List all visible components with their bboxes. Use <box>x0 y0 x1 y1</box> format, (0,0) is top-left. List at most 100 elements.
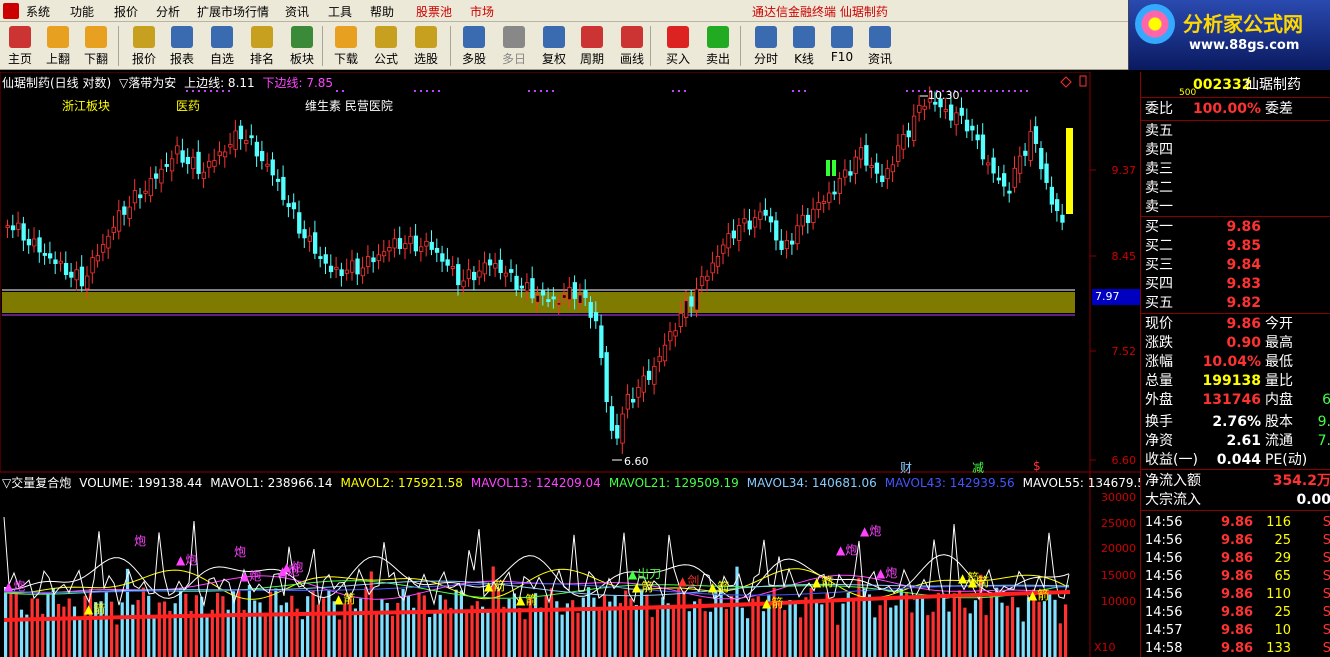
candle[interactable] <box>143 190 148 194</box>
toolbar-button-1[interactable]: 上翻 <box>40 24 76 68</box>
volume-bar[interactable] <box>703 611 707 657</box>
candle[interactable] <box>334 266 339 270</box>
candle[interactable] <box>1049 186 1054 205</box>
candle[interactable] <box>774 220 779 241</box>
candle[interactable] <box>127 206 132 219</box>
volume-bar[interactable] <box>920 596 925 657</box>
volume-bar[interactable] <box>375 612 379 657</box>
candle[interactable] <box>673 330 678 337</box>
candle[interactable] <box>519 285 524 289</box>
candle[interactable] <box>790 240 795 245</box>
candle[interactable] <box>111 226 116 233</box>
toolbar-button-11[interactable]: 多股 <box>456 24 492 68</box>
toolbar-button-7[interactable]: 板块 <box>284 24 320 68</box>
candle[interactable] <box>95 255 100 262</box>
candle[interactable] <box>991 157 996 174</box>
volume-bar[interactable] <box>178 588 183 657</box>
ask-row[interactable]: 卖二 <box>1141 179 1330 198</box>
volume-bar[interactable] <box>311 590 315 657</box>
toolbar-button-21[interactable]: 资讯 <box>862 24 898 68</box>
candle[interactable] <box>964 119 970 132</box>
menu-system[interactable]: 系统 <box>26 3 50 20</box>
volume-bar[interactable] <box>740 607 744 657</box>
volume-bar[interactable] <box>624 590 628 657</box>
candle[interactable] <box>376 254 381 261</box>
menu-analysis[interactable]: 分析 <box>156 3 180 20</box>
candle[interactable] <box>1028 131 1033 161</box>
volume-bar[interactable] <box>110 601 114 657</box>
candle[interactable] <box>604 352 609 402</box>
candle[interactable] <box>201 171 207 179</box>
volume-bar[interactable] <box>258 602 262 657</box>
candle[interactable] <box>244 140 249 144</box>
candle[interactable] <box>763 209 768 216</box>
candle[interactable] <box>328 265 334 273</box>
ask-row[interactable]: 卖四 <box>1141 141 1330 160</box>
candle[interactable] <box>922 105 927 110</box>
volume-bar[interactable] <box>417 592 421 657</box>
volume-bar[interactable] <box>507 598 511 657</box>
volume-bar[interactable] <box>645 594 649 657</box>
volume-bar[interactable] <box>809 587 813 657</box>
candle[interactable] <box>1023 150 1028 156</box>
toolbar-button-10[interactable]: 选股 <box>408 24 444 68</box>
volume-bar[interactable] <box>926 615 930 657</box>
candle[interactable] <box>21 223 26 241</box>
candle[interactable] <box>869 165 874 168</box>
candle[interactable] <box>551 296 556 300</box>
candle[interactable] <box>69 271 74 278</box>
volume-bar[interactable] <box>565 603 569 657</box>
volume-bar[interactable] <box>942 593 946 657</box>
volume-bar[interactable] <box>581 597 585 657</box>
volume-bar[interactable] <box>147 595 151 657</box>
volume-bar[interactable] <box>618 603 622 657</box>
volume-bar[interactable] <box>237 590 241 657</box>
candle[interactable] <box>768 216 774 223</box>
volume-bar[interactable] <box>78 619 82 657</box>
menu-help[interactable]: 帮助 <box>370 3 394 20</box>
volume-bar[interactable] <box>952 593 956 657</box>
candle[interactable] <box>445 259 450 266</box>
candle[interactable] <box>906 130 911 138</box>
candle[interactable] <box>312 232 318 254</box>
candle[interactable] <box>805 214 811 224</box>
candle[interactable] <box>816 202 821 211</box>
volume-bar[interactable] <box>502 606 506 657</box>
candle[interactable] <box>32 238 37 247</box>
candle[interactable] <box>572 282 577 299</box>
candle[interactable] <box>1017 155 1023 174</box>
volume-bar[interactable] <box>454 589 458 657</box>
candle[interactable] <box>471 271 477 281</box>
volume-bar[interactable] <box>327 589 331 657</box>
candle[interactable] <box>101 244 106 253</box>
volume-bar[interactable] <box>820 604 824 657</box>
candle[interactable] <box>795 225 800 245</box>
candle[interactable] <box>954 112 959 126</box>
bid-row[interactable]: 买五 9.82 <box>1141 294 1330 313</box>
candle[interactable] <box>641 375 646 393</box>
volume-bar[interactable] <box>989 593 993 657</box>
volume-bar[interactable] <box>1011 596 1015 657</box>
candle[interactable] <box>874 162 880 174</box>
volume-bar[interactable] <box>380 598 384 657</box>
candle[interactable] <box>800 214 805 227</box>
candle[interactable] <box>355 258 360 275</box>
toolbar-button-2[interactable]: 下翻 <box>78 24 114 68</box>
volume-bar[interactable] <box>290 595 294 657</box>
volume-bar[interactable] <box>714 591 718 657</box>
volume-bar[interactable] <box>200 596 204 657</box>
volume-bar[interactable] <box>963 607 967 657</box>
candle[interactable] <box>222 151 228 158</box>
candle[interactable] <box>228 144 233 148</box>
candle[interactable] <box>85 275 90 290</box>
volume-bar[interactable] <box>523 619 527 657</box>
candle[interactable] <box>456 264 461 286</box>
candle[interactable] <box>1039 147 1044 170</box>
volume-bar[interactable] <box>131 604 135 657</box>
menu-extended-market[interactable]: 扩展市场行情 <box>197 3 269 20</box>
candle[interactable] <box>397 238 403 249</box>
candle[interactable] <box>196 151 201 174</box>
volume-bar[interactable] <box>390 615 395 657</box>
volume-bar[interactable] <box>322 598 326 657</box>
toolbar-button-18[interactable]: 分时 <box>748 24 784 68</box>
